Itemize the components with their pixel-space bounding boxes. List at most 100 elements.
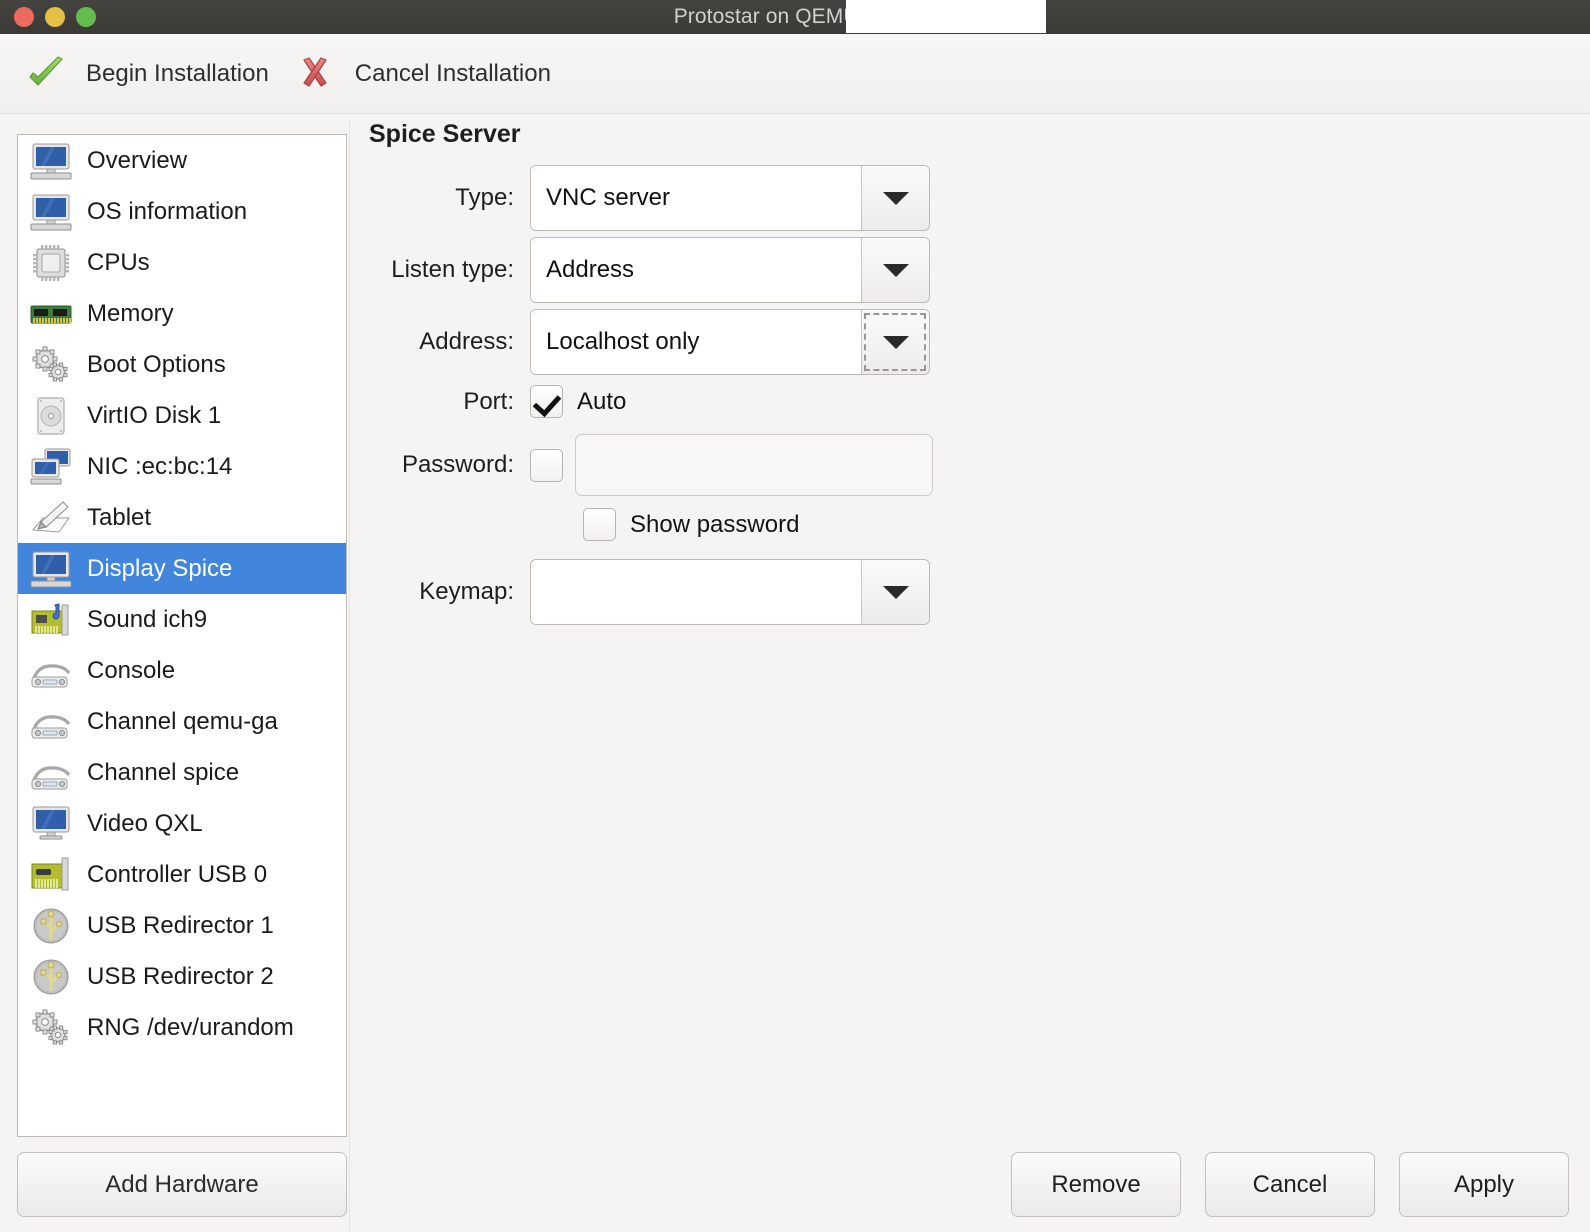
hardware-list-item[interactable]: VirtIO Disk 1 — [18, 390, 346, 441]
keymap-value — [531, 560, 861, 624]
hardware-item-label: Sound ich9 — [87, 605, 208, 633]
gears-icon — [25, 343, 77, 387]
keymap-combobox[interactable] — [530, 559, 930, 625]
cpu-chip-icon — [25, 241, 77, 285]
cancel-installation-label: Cancel Installation — [354, 59, 551, 87]
console-icon — [25, 751, 77, 795]
listen-type-row: Listen type: Address — [369, 237, 1570, 303]
show-password-row: Show password — [583, 508, 1570, 541]
tablet-pen-icon — [25, 496, 77, 540]
hardware-list-item[interactable]: RNG /dev/urandom — [18, 1002, 346, 1053]
hardware-list-item[interactable]: Display Spice — [18, 543, 346, 594]
begin-installation-label: Begin Installation — [86, 59, 269, 87]
hardware-list-item[interactable]: Video QXL — [18, 798, 346, 849]
remove-label: Remove — [1051, 1170, 1141, 1198]
hardware-list-item[interactable]: NIC :ec:bc:14 — [18, 441, 346, 492]
hardware-list-item[interactable]: Tablet — [18, 492, 346, 543]
type-value: VNC server — [531, 166, 861, 230]
red-x-icon — [293, 52, 337, 96]
hardware-item-label: Video QXL — [87, 809, 203, 837]
settings-panel: Spice Server Type: VNC server Listen typ… — [369, 114, 1570, 1231]
hardware-item-label: OS information — [87, 197, 248, 225]
pci-card-icon — [25, 853, 77, 897]
usb-icon — [25, 955, 77, 999]
listen-type-dropdown-button[interactable] — [861, 238, 929, 302]
hardware-item-label: RNG /dev/urandom — [87, 1013, 294, 1041]
hardware-item-label: USB Redirector 2 — [87, 962, 274, 990]
show-password-checkbox[interactable] — [583, 508, 616, 541]
keymap-dropdown-button[interactable] — [861, 560, 929, 624]
password-input[interactable] — [575, 434, 933, 496]
add-hardware-button[interactable]: Add Hardware — [17, 1152, 347, 1217]
port-row: Port: Auto — [369, 385, 1570, 418]
apply-label: Apply — [1453, 1170, 1515, 1198]
window-title: Protostar on QEMU/KVM: — [673, 5, 917, 28]
listen-type-combobox[interactable]: Address — [530, 237, 930, 303]
panel-divider — [349, 120, 350, 1231]
listen-type-value: Address — [531, 238, 861, 302]
hardware-list-item[interactable]: OS information — [18, 186, 346, 237]
hardware-item-label: Memory — [87, 299, 174, 327]
password-enable-checkbox[interactable] — [530, 448, 563, 482]
hardware-item-label: Tablet — [87, 503, 152, 531]
hardware-list-item[interactable]: USB Redirector 1 — [18, 900, 346, 951]
address-dropdown-button[interactable] — [861, 310, 929, 374]
add-hardware-label: Add Hardware — [105, 1170, 259, 1198]
gears-icon — [25, 1006, 77, 1050]
address-combobox[interactable]: Localhost only — [530, 309, 930, 375]
window-titlebar: Protostar on QEMU/KVM: — [0, 0, 1590, 34]
hardware-list-item[interactable]: Channel qemu-ga — [18, 696, 346, 747]
console-icon — [25, 700, 77, 744]
cancel-installation-button[interactable]: Cancel Installation — [287, 48, 569, 100]
sound-card-icon — [25, 598, 77, 642]
cancel-button[interactable]: Cancel — [1205, 1152, 1375, 1217]
keymap-row: Keymap: — [369, 559, 1570, 625]
password-label: Password: — [401, 451, 514, 478]
green-check-icon — [24, 52, 68, 96]
port-auto-label: Auto — [577, 387, 627, 415]
hardware-list[interactable]: Overview OS information CPUs Memory Boot… — [17, 134, 347, 1137]
display-icon — [25, 802, 77, 846]
hardware-panel: Overview OS information CPUs Memory Boot… — [17, 134, 347, 1217]
port-auto-checkbox[interactable] — [530, 385, 563, 418]
hardware-item-label: Channel qemu-ga — [87, 707, 278, 735]
harddisk-icon — [25, 394, 77, 438]
hardware-list-item[interactable]: Sound ich9 — [18, 594, 346, 645]
hardware-list-item[interactable]: Console — [18, 645, 346, 696]
type-dropdown-button[interactable] — [861, 166, 929, 230]
hardware-list-item[interactable]: Boot Options — [18, 339, 346, 390]
port-label: Port: — [463, 387, 514, 415]
keymap-label: Keymap: — [419, 578, 514, 605]
chevron-down-icon — [882, 191, 909, 205]
hardware-list-item[interactable]: Memory — [18, 288, 346, 339]
hardware-item-label: Controller USB 0 — [87, 860, 268, 888]
type-label: Type: — [455, 184, 514, 211]
hardware-list-item[interactable]: CPUs — [18, 237, 346, 288]
remove-button[interactable]: Remove — [1011, 1152, 1181, 1217]
address-row: Address: Localhost only — [369, 309, 1570, 375]
password-row: Password: — [369, 434, 1570, 496]
hardware-item-label: NIC :ec:bc:14 — [87, 452, 233, 480]
hardware-list-item[interactable]: Channel spice — [18, 747, 346, 798]
type-combobox[interactable]: VNC server — [530, 165, 930, 231]
monitor-icon — [25, 190, 77, 234]
hardware-item-label: Console — [87, 656, 176, 684]
hardware-list-item[interactable]: USB Redirector 2 — [18, 951, 346, 1002]
hardware-item-label: Channel spice — [87, 758, 240, 786]
listen-type-label: Listen type: — [391, 256, 514, 283]
apply-button[interactable]: Apply — [1399, 1152, 1569, 1217]
show-password-label: Show password — [630, 510, 800, 538]
monitor-icon — [25, 547, 77, 591]
usb-icon — [25, 904, 77, 948]
hardware-list-item[interactable]: Overview — [18, 135, 346, 186]
dialog-body: Overview OS information CPUs Memory Boot… — [0, 114, 1590, 1231]
hardware-list-item[interactable]: Controller USB 0 — [18, 849, 346, 900]
section-title: Spice Server — [369, 120, 521, 148]
begin-installation-button[interactable]: Begin Installation — [18, 48, 287, 100]
type-row: Type: VNC server — [369, 165, 1570, 231]
hardware-item-label: CPUs — [87, 248, 150, 276]
chevron-down-icon — [882, 585, 909, 599]
address-label: Address: — [419, 328, 514, 355]
monitor-icon — [25, 139, 77, 183]
hardware-item-label: Display Spice — [87, 554, 233, 582]
